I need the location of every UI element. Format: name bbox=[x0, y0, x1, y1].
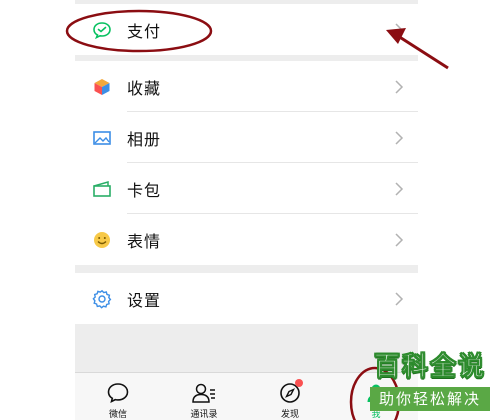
tab-contacts[interactable]: 通讯录 bbox=[161, 373, 247, 420]
gear-icon bbox=[92, 289, 112, 309]
watermark-subtitle: 助你轻松解决 bbox=[370, 387, 490, 411]
menu-item-label: 收藏 bbox=[127, 78, 162, 98]
menu-item-label: 设置 bbox=[127, 290, 162, 310]
wallet-icon bbox=[92, 20, 112, 40]
page: 支付 收藏 相册 卡包 表情 设置 微信 通讯录 发现 我 百科全说 助你轻松解… bbox=[0, 0, 500, 420]
watermark-title: 百科全说 bbox=[373, 352, 486, 383]
menu-item-emoji[interactable]: 表情 bbox=[75, 214, 418, 265]
chevron-right-icon bbox=[395, 291, 404, 306]
menu-item-label: 表情 bbox=[127, 231, 162, 251]
menu-item-album[interactable]: 相册 bbox=[75, 112, 418, 163]
album-icon bbox=[92, 128, 112, 148]
menu-item-pay[interactable]: 支付 bbox=[75, 4, 418, 55]
chevron-right-icon bbox=[395, 181, 404, 196]
menu-item-label: 支付 bbox=[127, 21, 162, 41]
chevron-right-icon bbox=[395, 232, 404, 247]
chevron-right-icon bbox=[395, 79, 404, 94]
wechat-me-screen: 支付 收藏 相册 卡包 表情 设置 微信 通讯录 发现 我 bbox=[75, 0, 418, 420]
watermark-logo: 百科全说 助你轻松解决 bbox=[368, 352, 492, 416]
menu-item-card-package[interactable]: 卡包 bbox=[75, 163, 418, 214]
tab-discover[interactable]: 发现 bbox=[247, 373, 333, 420]
contacts-icon bbox=[191, 381, 217, 405]
tab-label: 发现 bbox=[280, 410, 299, 420]
menu-item-label: 卡包 bbox=[127, 180, 162, 200]
chevron-right-icon bbox=[395, 22, 404, 37]
chevron-right-icon bbox=[395, 130, 404, 145]
card-package-icon bbox=[92, 179, 112, 199]
bottom-tab-bar: 微信 通讯录 发现 我 bbox=[75, 372, 418, 420]
menu-item-settings[interactable]: 设置 bbox=[75, 273, 418, 324]
menu-group-main: 收藏 相册 卡包 表情 bbox=[75, 61, 418, 265]
menu-group-pay: 支付 bbox=[75, 4, 418, 55]
menu-item-label: 相册 bbox=[127, 129, 162, 149]
compass-icon bbox=[277, 379, 303, 405]
emoji-icon bbox=[92, 230, 112, 250]
menu-item-favorites[interactable]: 收藏 bbox=[75, 61, 418, 112]
chat-bubble-icon bbox=[105, 381, 131, 405]
tab-chats[interactable]: 微信 bbox=[75, 373, 161, 420]
tab-label: 微信 bbox=[108, 410, 127, 420]
favorites-cube-icon bbox=[92, 77, 112, 97]
menu-group-settings: 设置 bbox=[75, 273, 418, 324]
notification-dot bbox=[295, 379, 303, 387]
tab-label: 通讯录 bbox=[190, 410, 218, 420]
